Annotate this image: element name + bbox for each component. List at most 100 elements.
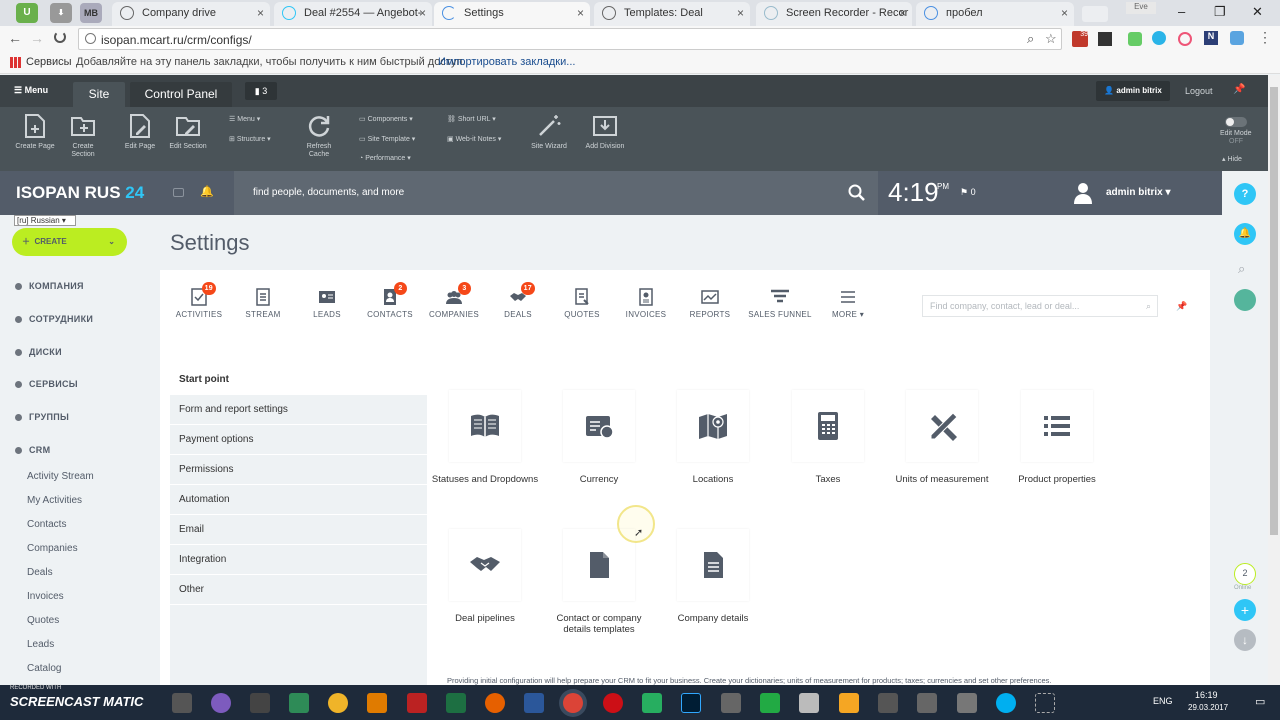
tile-currency[interactable]: Currency xyxy=(544,390,654,485)
settings-nav-other[interactable]: Other xyxy=(170,575,427,605)
settings-nav-email[interactable]: Email xyxy=(170,515,427,545)
settings-nav-permissions[interactable]: Permissions xyxy=(170,455,427,485)
submenu-quotes[interactable]: Quotes xyxy=(27,615,59,626)
submenu-activity-stream[interactable]: Activity Stream xyxy=(27,471,94,482)
submenu-my-activities[interactable]: My Activities xyxy=(27,495,82,506)
webit-notes-dropdown[interactable]: ▣ Web-it Notes ▾ xyxy=(447,135,501,143)
scrollbar-thumb[interactable] xyxy=(1270,87,1278,535)
app-icon[interactable] xyxy=(760,693,780,713)
star-icon[interactable]: ☆ xyxy=(1045,31,1057,47)
pinned-tab-u[interactable]: U xyxy=(16,3,38,23)
search-box[interactable]: find people, documents, and more xyxy=(234,171,878,215)
crm-tab-invoices[interactable]: INVOICES xyxy=(615,288,677,319)
profile-button[interactable]: Eve xyxy=(1126,2,1156,14)
app-icon[interactable] xyxy=(799,693,819,713)
info-icon[interactable] xyxy=(85,33,96,44)
crm-search-input[interactable]: Find company, contact, lead or deal... ⌕ xyxy=(922,295,1158,317)
app-icon[interactable] xyxy=(839,693,859,713)
extension-icon[interactable] xyxy=(1178,32,1192,46)
create-section-button[interactable]: Create Section xyxy=(61,113,105,159)
tile-statuses-dropdowns[interactable]: Statuses and Dropdowns xyxy=(430,390,540,485)
forward-icon[interactable]: → xyxy=(30,30,44,46)
tab-deal[interactable]: Deal #2554 — Angebot- × xyxy=(274,2,432,26)
store-icon[interactable] xyxy=(172,693,192,713)
close-icon[interactable]: × xyxy=(577,2,584,24)
tile-details-templates[interactable]: Contact or company details templates xyxy=(544,529,654,635)
app-icon[interactable] xyxy=(642,693,662,713)
menu-dropdown[interactable]: ☰ Menu ▾ xyxy=(229,115,260,123)
app-icon[interactable] xyxy=(367,693,387,713)
add-icon[interactable]: + xyxy=(1234,599,1256,621)
pinned-tab-mb[interactable]: MB xyxy=(80,3,102,23)
extension-badge[interactable]: 39 xyxy=(1072,31,1088,47)
tab-screen-recorder[interactable]: Screen Recorder - Recor × xyxy=(756,2,912,26)
skype-icon[interactable] xyxy=(996,693,1016,713)
taskbar-time[interactable]: 16:19 xyxy=(1195,690,1218,700)
crm-tab-leads[interactable]: LEADS xyxy=(296,288,358,319)
extension-n-icon[interactable]: N xyxy=(1204,31,1218,45)
skype-icon[interactable] xyxy=(1152,31,1166,45)
search-icon[interactable] xyxy=(848,184,866,202)
filezilla-icon[interactable] xyxy=(407,693,427,713)
site-wizard-button[interactable]: Site Wizard xyxy=(527,113,571,151)
search-icon[interactable]: ⌕ xyxy=(1027,31,1034,47)
edit-page-button[interactable]: Edit Page xyxy=(118,113,162,151)
crm-tab-sales-funnel[interactable]: SALES FUNNEL xyxy=(744,288,816,319)
tab-templates[interactable]: Templates: Deal × xyxy=(594,2,750,26)
menu-item-drives[interactable]: ДИСКИ xyxy=(15,347,62,357)
tab-control-panel[interactable]: Control Panel xyxy=(130,82,232,107)
photoshop-icon[interactable] xyxy=(681,693,701,713)
language-select[interactable]: [ru] Russian ▾ xyxy=(14,215,76,226)
tile-company-details[interactable]: Company details xyxy=(658,529,768,624)
menu-item-crm[interactable]: CRM xyxy=(15,445,50,455)
admin-notifications[interactable]: ▮ 3 xyxy=(245,82,277,100)
close-icon[interactable]: × xyxy=(737,2,744,24)
help-icon[interactable]: ? xyxy=(1234,183,1256,205)
minimize-icon[interactable]: – xyxy=(1178,4,1185,19)
performance-dropdown[interactable]: ◔ Performance ▾ xyxy=(359,154,411,162)
tile-locations[interactable]: Locations xyxy=(658,390,768,485)
import-bookmarks-link[interactable]: Импортировать закладки... xyxy=(438,56,575,68)
search-icon[interactable]: ⌕ xyxy=(1238,261,1245,277)
crm-tab-stream[interactable]: STREAM xyxy=(232,288,294,319)
word-icon[interactable] xyxy=(524,693,544,713)
tab-company-drive[interactable]: Company drive × xyxy=(112,2,270,26)
tile-units-measurement[interactable]: Units of measurement xyxy=(887,390,997,485)
page-scrollbar[interactable] xyxy=(1268,75,1280,685)
app-icon[interactable] xyxy=(878,693,898,713)
firefox-icon[interactable] xyxy=(485,693,505,713)
bell-icon[interactable]: 🔔 xyxy=(200,185,214,198)
taskbar-date[interactable]: 29.03.2017 xyxy=(1188,703,1228,712)
app-icon[interactable] xyxy=(1035,693,1055,713)
settings-nav-integration[interactable]: Integration xyxy=(170,545,427,575)
structure-dropdown[interactable]: ⊞ Structure ▾ xyxy=(229,135,271,143)
close-icon[interactable]: × xyxy=(257,2,264,24)
online-counter[interactable]: 2 xyxy=(1234,563,1256,585)
crm-tab-activities[interactable]: 19 ACTIVITIES xyxy=(168,282,230,319)
camera-icon[interactable] xyxy=(721,693,741,713)
apps-icon[interactable] xyxy=(10,57,21,68)
chrome-menu-icon[interactable]: ⋮ xyxy=(1258,29,1272,46)
pin-icon[interactable]: 📌 xyxy=(1176,301,1187,312)
app-icon[interactable] xyxy=(328,693,348,713)
edit-mode-toggle[interactable] xyxy=(1225,117,1247,127)
settings-nav-payment[interactable]: Payment options xyxy=(170,425,427,455)
menu-item-employees[interactable]: СОТРУДНИКИ xyxy=(15,314,93,324)
close-icon[interactable]: × xyxy=(419,2,426,24)
calculator-icon[interactable] xyxy=(250,693,270,713)
create-button[interactable]: ＋ CREATE ⌄ xyxy=(12,228,127,256)
clock-time[interactable]: 4:19 xyxy=(888,177,939,208)
reload-icon[interactable] xyxy=(54,31,66,43)
crm-tab-reports[interactable]: REPORTS xyxy=(679,288,741,319)
refresh-cache-button[interactable]: Refresh Cache xyxy=(297,113,341,159)
address-bar[interactable]: isopan.mcart.ru/crm/configs/ ⌕ ☆ xyxy=(78,28,1062,50)
menu-item-services[interactable]: СЕРВИСЫ xyxy=(15,379,78,389)
app-icon[interactable] xyxy=(917,693,937,713)
settings-nav-form-report[interactable]: Form and report settings xyxy=(170,395,427,425)
crm-tab-more[interactable]: MORE ▾ xyxy=(817,288,879,319)
notepad-icon[interactable] xyxy=(289,693,309,713)
header-user[interactable]: admin bitrix ▾ xyxy=(1106,187,1171,198)
close-icon[interactable]: × xyxy=(899,2,906,24)
tile-product-properties[interactable]: Product properties xyxy=(1002,390,1112,485)
admin-user[interactable]: 👤 admin bitrix xyxy=(1096,81,1170,101)
